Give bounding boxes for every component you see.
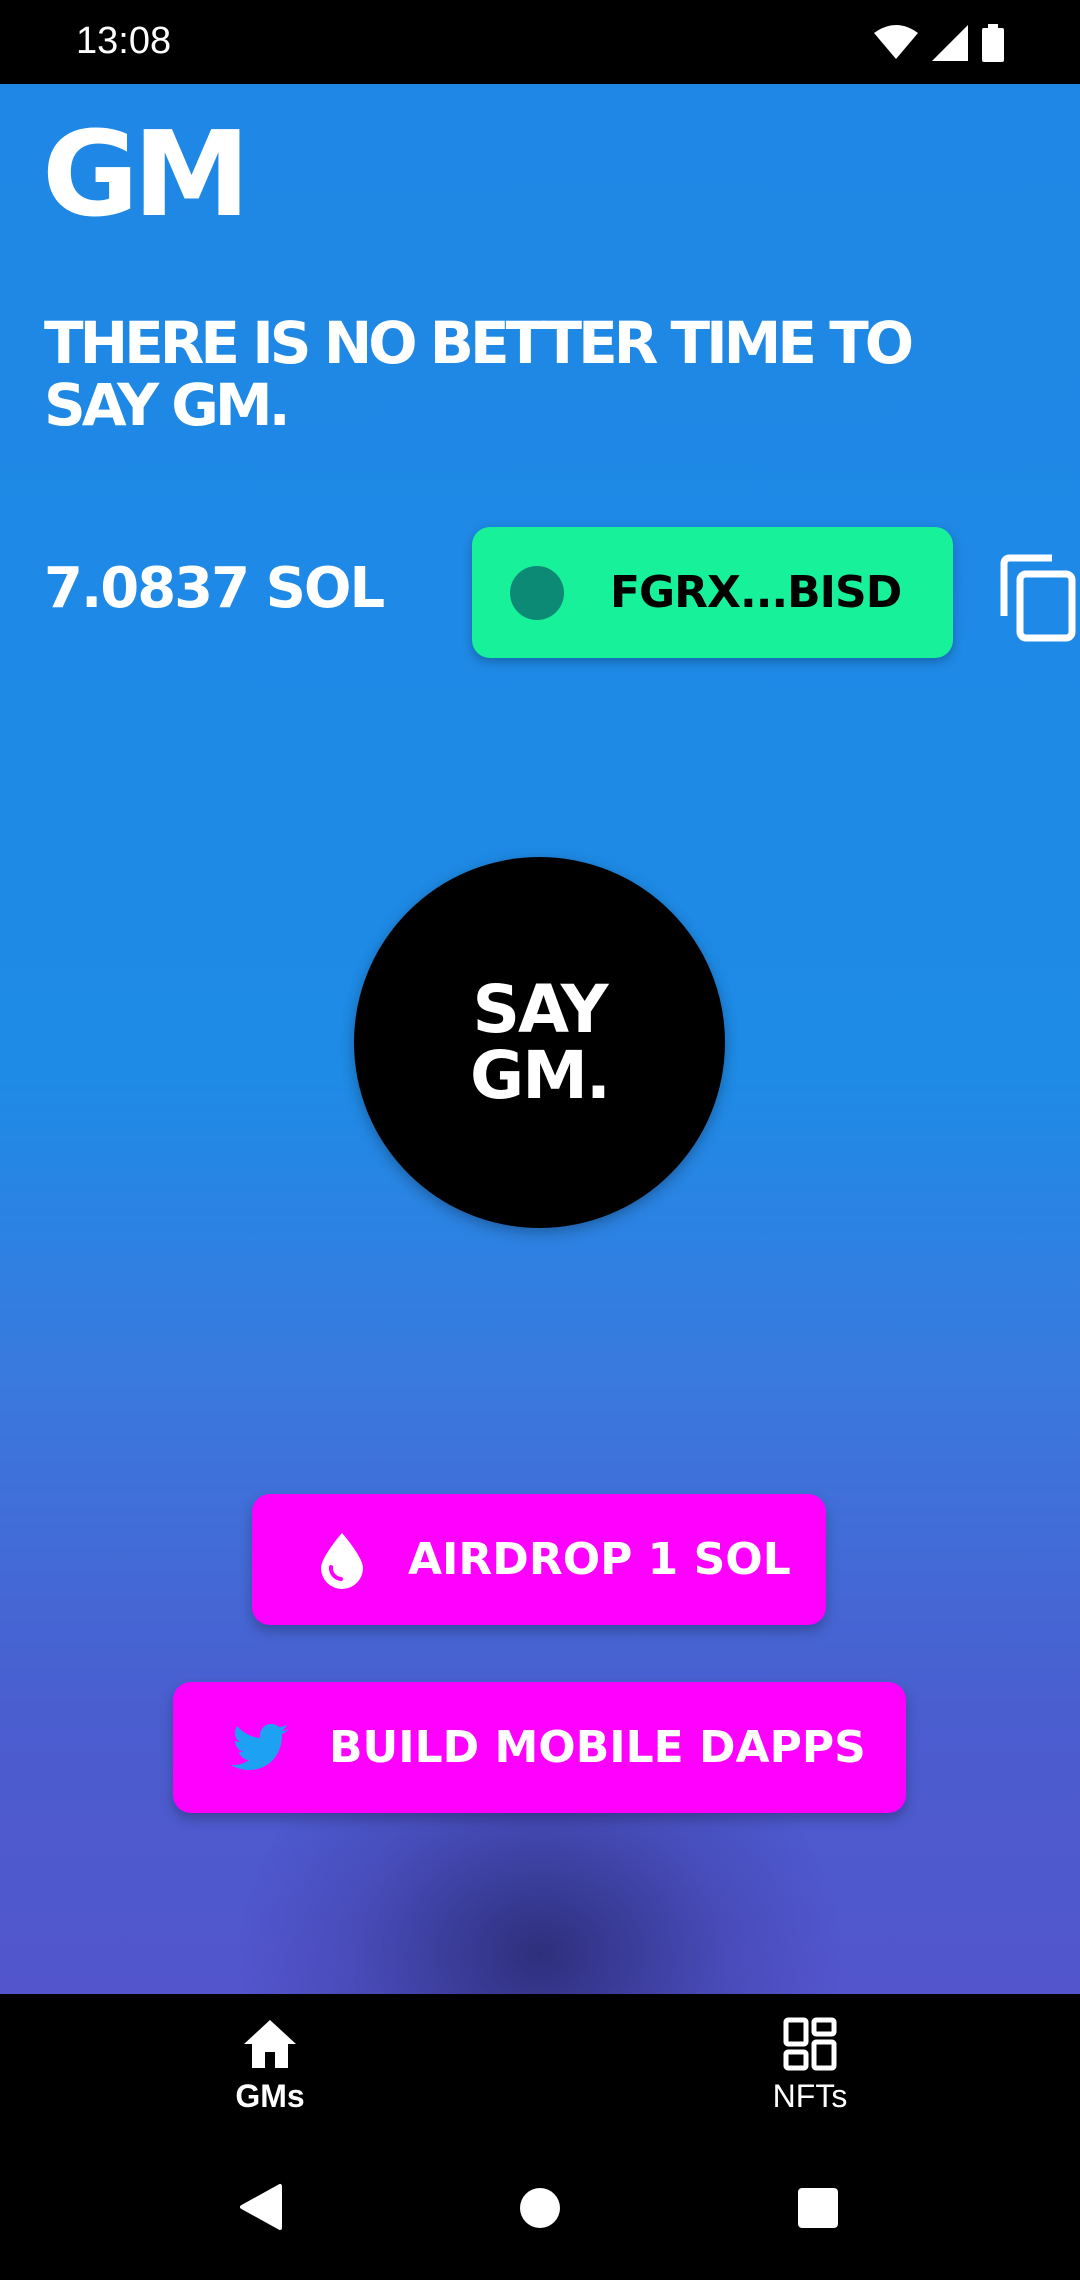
build-mobile-dapps-label: BUILD MOBILE DAPPS xyxy=(329,1722,866,1773)
say-gm-line-2: GM. xyxy=(470,1036,611,1114)
recents-icon[interactable] xyxy=(797,2187,839,2229)
wifi-icon xyxy=(874,25,918,59)
status-icons xyxy=(874,24,1004,62)
copy-icon[interactable] xyxy=(1000,554,1080,644)
app-logo: GM xyxy=(42,105,250,243)
battery-icon xyxy=(982,24,1004,62)
wallet-address: FGRX...BISD xyxy=(610,567,902,618)
grid-icon xyxy=(783,2017,837,2070)
status-bar: 13:08 xyxy=(0,0,1080,84)
water-drop-icon xyxy=(314,1530,370,1590)
wallet-status-dot xyxy=(510,565,564,620)
nav-label-gms: GMs xyxy=(235,2077,305,2114)
airdrop-label: AIRDROP 1 SOL xyxy=(408,1534,791,1585)
home-icon xyxy=(244,2019,296,2068)
wallet-address-button[interactable]: FGRX...BISD xyxy=(472,527,953,658)
say-gm-line-1: SAY xyxy=(472,970,608,1048)
nav-item-nfts[interactable]: NFTs xyxy=(540,1994,1080,2134)
nav-label-nfts: NFTs xyxy=(772,2077,848,2114)
home-system-icon[interactable] xyxy=(519,2187,561,2229)
system-nav-bar xyxy=(0,2134,1080,2280)
sol-balance: 7.0837 SOL xyxy=(44,556,385,621)
nav-item-gms[interactable]: GMs xyxy=(0,1994,540,2134)
main-screen: GM THERE IS NO BETTER TIME TO SAY GM. 7.… xyxy=(0,84,1080,1994)
say-gm-button[interactable]: SAY GM. xyxy=(354,857,725,1228)
build-mobile-dapps-button[interactable]: BUILD MOBILE DAPPS xyxy=(173,1682,906,1813)
airdrop-button[interactable]: AIRDROP 1 SOL xyxy=(252,1494,826,1625)
signal-icon xyxy=(932,25,968,61)
status-time: 13:08 xyxy=(76,20,172,62)
twitter-icon xyxy=(229,1718,293,1778)
back-icon[interactable] xyxy=(236,2182,284,2232)
bottom-nav: GMs NFTs xyxy=(0,1994,1080,2134)
tagline: THERE IS NO BETTER TIME TO SAY GM. xyxy=(44,309,914,439)
